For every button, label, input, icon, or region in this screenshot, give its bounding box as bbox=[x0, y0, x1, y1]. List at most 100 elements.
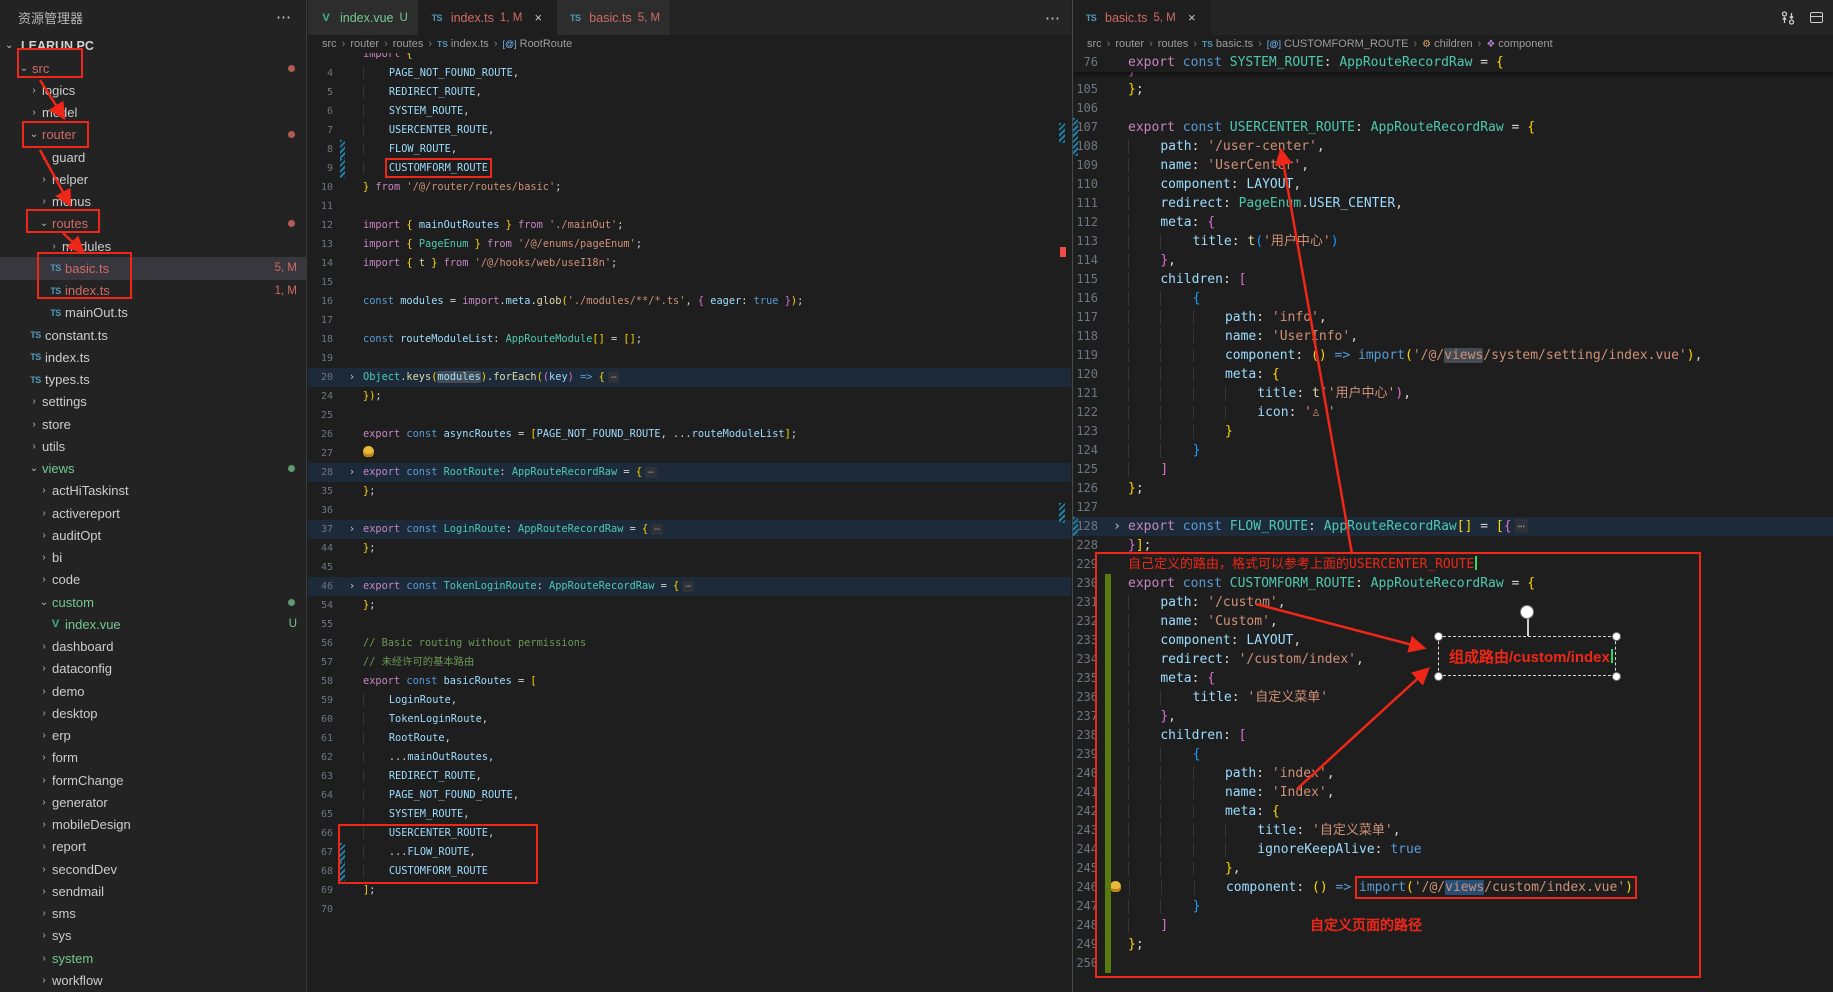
code-line-27: 27 bbox=[308, 444, 1071, 463]
ts-file-icon: TS bbox=[567, 13, 583, 23]
tree-item-formChange[interactable]: ›formChange bbox=[0, 769, 306, 791]
tree-item-sms[interactable]: ›sms bbox=[0, 903, 306, 925]
tree-item-label: src bbox=[32, 61, 49, 76]
explorer-more-actions-icon[interactable]: ⋯ bbox=[276, 8, 292, 26]
workspace-root[interactable]: ⌄ LEARUN PC bbox=[0, 34, 306, 57]
breadcrumb-segment[interactable]: children bbox=[1434, 38, 1473, 50]
tree-item-guard[interactable]: ›guard bbox=[0, 146, 306, 168]
tree-item-label: basic.ts bbox=[65, 261, 109, 276]
sticky-scroll-line: 76export const SYSTEM_ROUTE: AppRouteRec… bbox=[1073, 53, 1833, 72]
breadcrumb-segment[interactable]: routes bbox=[1158, 38, 1189, 50]
tab-basic-ts[interactable]: TSbasic.ts5, M× bbox=[1073, 0, 1211, 35]
code-line-233: 233 component: LAYOUT, bbox=[1073, 631, 1833, 650]
tree-item-label: types.ts bbox=[45, 372, 90, 387]
text-cursor bbox=[1475, 556, 1477, 570]
tree-item-index-ts[interactable]: TSindex.ts bbox=[0, 346, 306, 368]
code-line-106: 106 bbox=[1073, 99, 1833, 118]
wrench-breadcrumb-icon: ⚙ bbox=[1422, 39, 1431, 50]
tree-item-report[interactable]: ›report bbox=[0, 836, 306, 858]
tree-item-views[interactable]: ⌄views bbox=[0, 458, 306, 480]
tree-item-model[interactable]: ›model bbox=[0, 102, 306, 124]
tree-item-constant-ts[interactable]: TSconstant.ts bbox=[0, 324, 306, 346]
tree-item-label: activereport bbox=[52, 506, 120, 521]
tree-item-dashboard[interactable]: ›dashboard bbox=[0, 636, 306, 658]
close-tab-icon[interactable]: × bbox=[1184, 10, 1200, 25]
tree-item-activereport[interactable]: ›activereport bbox=[0, 502, 306, 524]
ts-file-icon: TS bbox=[26, 375, 45, 385]
code-line-12: 12import { mainOutRoutes } from './mainO… bbox=[308, 216, 1071, 235]
tree-item-menus[interactable]: ›menus bbox=[0, 191, 306, 213]
breadcrumb-segment[interactable]: RootRoute bbox=[520, 38, 573, 50]
tree-item-label: views bbox=[42, 461, 75, 476]
tree-item-erp[interactable]: ›erp bbox=[0, 725, 306, 747]
code-line-15: 15 bbox=[308, 273, 1071, 292]
code-line-116: 116 { bbox=[1073, 289, 1833, 308]
open-changes-icon[interactable] bbox=[1780, 10, 1796, 26]
tree-item-bi[interactable]: ›bi bbox=[0, 547, 306, 569]
code-line-46: 46›export const TokenLoginRoute: AppRout… bbox=[308, 577, 1071, 596]
breadcrumb-middle[interactable]: src›router›routes›TSindex.ts›[@]RootRout… bbox=[308, 35, 1071, 53]
tree-item-mainOut-ts[interactable]: TSmainOut.ts bbox=[0, 302, 306, 324]
code-line-25: 25 bbox=[308, 406, 1071, 425]
breadcrumb-segment[interactable]: src bbox=[322, 38, 337, 50]
breadcrumb-segment[interactable]: routes bbox=[393, 38, 424, 50]
code-line-60: 60 TokenLoginRoute, bbox=[308, 710, 1071, 729]
tree-item-src[interactable]: ⌄src bbox=[0, 57, 306, 79]
breadcrumb-segment[interactable]: index.ts bbox=[451, 38, 489, 50]
tree-item-sendmail[interactable]: ›sendmail bbox=[0, 880, 306, 902]
tree-item-router[interactable]: ⌄router bbox=[0, 124, 306, 146]
code-line-114: 114 }, bbox=[1073, 251, 1833, 270]
tree-item-auditOpt[interactable]: ›auditOpt bbox=[0, 524, 306, 546]
tree-item-desktop[interactable]: ›desktop bbox=[0, 702, 306, 724]
tree-item-modules[interactable]: ›modules bbox=[0, 235, 306, 257]
tree-item-actHiTaskinst[interactable]: ›actHiTaskinst bbox=[0, 480, 306, 502]
tree-item-dataconfig[interactable]: ›dataconfig bbox=[0, 658, 306, 680]
tree-item-form[interactable]: ›form bbox=[0, 747, 306, 769]
tree-item-generator[interactable]: ›generator bbox=[0, 791, 306, 813]
tree-item-secondDev[interactable]: ›secondDev bbox=[0, 858, 306, 880]
code-line-17: 17 bbox=[308, 311, 1071, 330]
tree-item-label: workflow bbox=[52, 973, 103, 988]
code-editor-basic-ts[interactable]: 76export const SYSTEM_ROUTE: AppRouteRec… bbox=[1073, 53, 1833, 992]
tree-item-types-ts[interactable]: TStypes.ts bbox=[0, 369, 306, 391]
breadcrumb-segment[interactable]: component bbox=[1498, 38, 1552, 50]
tree-item-index-ts[interactable]: TSindex.ts1, M bbox=[0, 280, 306, 302]
lightbulb-icon bbox=[363, 446, 374, 457]
tree-item-demo[interactable]: ›demo bbox=[0, 680, 306, 702]
breadcrumb-segment[interactable]: CUSTOMFORM_ROUTE bbox=[1284, 38, 1408, 50]
split-editor-icon[interactable] bbox=[1810, 12, 1823, 23]
tree-item-basic-ts[interactable]: TSbasic.ts5, M bbox=[0, 257, 306, 279]
code-line-56: 56// Basic routing without permissions bbox=[308, 634, 1071, 653]
tree-item-workflow[interactable]: ›workflow bbox=[0, 969, 306, 991]
editor-more-actions-icon[interactable]: ⋯ bbox=[1045, 9, 1061, 27]
tree-item-system[interactable]: ›system bbox=[0, 947, 306, 969]
tab-index-vue[interactable]: Vindex.vueU bbox=[308, 0, 419, 35]
breadcrumb-segment[interactable]: router bbox=[350, 38, 379, 50]
tree-item-label: utils bbox=[42, 439, 65, 454]
tree-item-index-vue[interactable]: Vindex.vueU bbox=[0, 613, 306, 635]
code-line-76: 76export const SYSTEM_ROUTE: AppRouteRec… bbox=[1073, 53, 1833, 72]
tree-item-utils[interactable]: ›utils bbox=[0, 435, 306, 457]
tree-item-helper[interactable]: ›helper bbox=[0, 168, 306, 190]
code-line-118: 118 name: 'UserInfo', bbox=[1073, 327, 1833, 346]
code-editor-index-ts[interactable]: import {4 PAGE_NOT_FOUND_ROUTE,5 REDIREC… bbox=[308, 53, 1071, 992]
breadcrumb-right[interactable]: src›router›routes›TSbasic.ts›[@]CUSTOMFO… bbox=[1073, 35, 1833, 53]
tree-item-store[interactable]: ›store bbox=[0, 413, 306, 435]
tree-item-sys[interactable]: ›sys bbox=[0, 925, 306, 947]
breadcrumb-segment[interactable]: router bbox=[1115, 38, 1144, 50]
tree-item-settings[interactable]: ›settings bbox=[0, 391, 306, 413]
close-tab-icon[interactable]: × bbox=[530, 10, 546, 25]
breadcrumb-segment[interactable]: basic.ts bbox=[1216, 38, 1253, 50]
annotation-inline-red-box: CUSTOMFORM_ROUTE bbox=[389, 162, 488, 174]
tree-item-logics[interactable]: ›logics bbox=[0, 79, 306, 101]
tree-item-label: index.vue bbox=[65, 617, 121, 632]
code-line-249: 249}; bbox=[1073, 935, 1833, 954]
breadcrumb-segment[interactable]: src bbox=[1087, 38, 1102, 50]
tree-item-custom[interactable]: ⌄custom bbox=[0, 591, 306, 613]
ts-breadcrumb-icon: TS bbox=[1202, 39, 1213, 49]
tree-item-code[interactable]: ›code bbox=[0, 569, 306, 591]
tree-item-mobileDesign[interactable]: ›mobileDesign bbox=[0, 814, 306, 836]
tab-index-ts[interactable]: TSindex.ts1, M× bbox=[419, 0, 557, 35]
tab-basic-ts[interactable]: TSbasic.ts5, M bbox=[557, 0, 671, 35]
tree-item-routes[interactable]: ⌄routes bbox=[0, 213, 306, 235]
